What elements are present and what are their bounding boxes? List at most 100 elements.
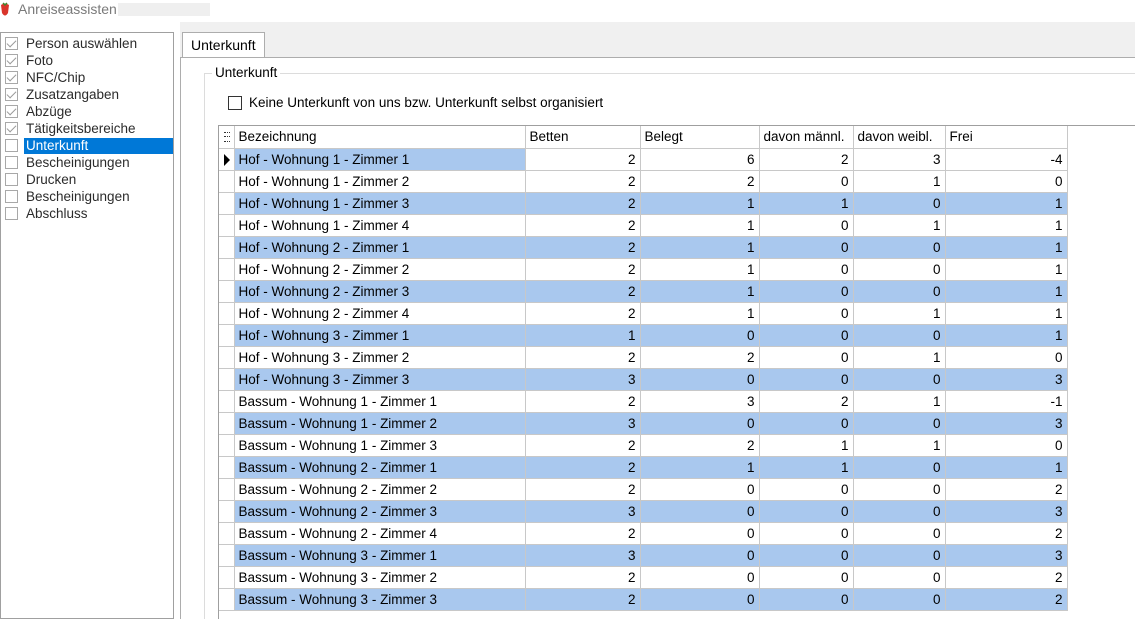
- sidebar-item[interactable]: Abzüge: [5, 103, 173, 120]
- table-cell[interactable]: 3: [525, 368, 641, 391]
- row-selector[interactable]: [219, 522, 235, 545]
- table-row[interactable]: Bassum - Wohnung 3 - Zimmer 130003: [219, 544, 1068, 567]
- table-cell[interactable]: 1: [525, 324, 641, 347]
- row-selector[interactable]: [219, 258, 235, 281]
- table-row[interactable]: Hof - Wohnung 3 - Zimmer 330003: [219, 368, 1068, 391]
- table-cell[interactable]: -1: [945, 390, 1068, 413]
- table-cell[interactable]: Hof - Wohnung 2 - Zimmer 2: [234, 258, 526, 281]
- table-cell[interactable]: 3: [525, 544, 641, 567]
- table-cell[interactable]: 1: [945, 280, 1068, 303]
- row-selector[interactable]: [219, 434, 235, 457]
- table-cell[interactable]: 2: [640, 346, 760, 369]
- sidebar-item[interactable]: Bescheinigungen: [5, 188, 173, 205]
- table-cell[interactable]: 1: [640, 456, 760, 479]
- table-cell[interactable]: 0: [759, 412, 854, 435]
- column-header[interactable]: davon männl.: [759, 126, 854, 149]
- table-cell[interactable]: 0: [853, 522, 946, 545]
- table-cell[interactable]: 0: [853, 566, 946, 589]
- sidebar-item[interactable]: Drucken: [5, 171, 173, 188]
- table-row[interactable]: Bassum - Wohnung 3 - Zimmer 220002: [219, 566, 1068, 589]
- table-cell[interactable]: 0: [759, 258, 854, 281]
- table-cell[interactable]: 0: [640, 588, 760, 611]
- table-cell[interactable]: 0: [853, 588, 946, 611]
- table-cell[interactable]: 0: [853, 368, 946, 391]
- table-cell[interactable]: 2: [525, 280, 641, 303]
- table-cell[interactable]: 0: [853, 324, 946, 347]
- table-cell[interactable]: 0: [640, 500, 760, 523]
- table-cell[interactable]: 2: [525, 258, 641, 281]
- row-selector[interactable]: [219, 478, 235, 501]
- table-cell[interactable]: 2: [525, 148, 641, 171]
- table-cell[interactable]: 0: [853, 500, 946, 523]
- table-cell[interactable]: 1: [759, 456, 854, 479]
- table-cell[interactable]: Bassum - Wohnung 3 - Zimmer 2: [234, 566, 526, 589]
- column-header[interactable]: Bezeichnung: [234, 126, 526, 149]
- table-cell[interactable]: 0: [853, 280, 946, 303]
- table-row[interactable]: Hof - Wohnung 1 - Zimmer 421011: [219, 214, 1068, 237]
- table-row[interactable]: Hof - Wohnung 1 - Zimmer 321101: [219, 192, 1068, 215]
- table-cell[interactable]: 1: [945, 456, 1068, 479]
- table-cell[interactable]: Bassum - Wohnung 1 - Zimmer 3: [234, 434, 526, 457]
- table-cell[interactable]: 0: [640, 522, 760, 545]
- table-cell[interactable]: 2: [945, 588, 1068, 611]
- row-selector[interactable]: [219, 324, 235, 347]
- table-row[interactable]: Hof - Wohnung 3 - Zimmer 110001: [219, 324, 1068, 347]
- table-cell[interactable]: Hof - Wohnung 2 - Zimmer 4: [234, 302, 526, 325]
- table-cell[interactable]: 1: [640, 258, 760, 281]
- table-cell[interactable]: 2: [525, 346, 641, 369]
- sidebar-item[interactable]: Bescheinigungen: [5, 154, 173, 171]
- sidebar-item[interactable]: Tätigkeitsbereiche: [5, 120, 173, 137]
- row-selector[interactable]: [219, 412, 235, 435]
- table-cell[interactable]: 6: [640, 148, 760, 171]
- sidebar-item[interactable]: Unterkunft: [5, 137, 173, 154]
- row-selector[interactable]: [219, 148, 235, 171]
- row-selector[interactable]: [219, 390, 235, 413]
- table-cell[interactable]: Bassum - Wohnung 2 - Zimmer 4: [234, 522, 526, 545]
- no-accommodation-option[interactable]: Keine Unterkunft von uns bzw. Unterkunft…: [228, 95, 603, 110]
- table-cell[interactable]: Bassum - Wohnung 2 - Zimmer 3: [234, 500, 526, 523]
- table-cell[interactable]: 3: [525, 412, 641, 435]
- sidebar-item[interactable]: NFC/Chip: [5, 69, 173, 86]
- table-cell[interactable]: Bassum - Wohnung 3 - Zimmer 3: [234, 588, 526, 611]
- table-row[interactable]: Hof - Wohnung 2 - Zimmer 321001: [219, 280, 1068, 303]
- table-cell[interactable]: 0: [759, 280, 854, 303]
- table-cell[interactable]: 1: [945, 192, 1068, 215]
- row-selector-header[interactable]: [219, 126, 235, 149]
- table-cell[interactable]: 1: [853, 346, 946, 369]
- table-cell[interactable]: 1: [853, 390, 946, 413]
- table-row[interactable]: Bassum - Wohnung 3 - Zimmer 320002: [219, 588, 1068, 611]
- row-selector[interactable]: [219, 302, 235, 325]
- table-cell[interactable]: 2: [525, 456, 641, 479]
- row-selector[interactable]: [219, 280, 235, 303]
- table-cell[interactable]: 0: [853, 478, 946, 501]
- table-cell[interactable]: 0: [640, 324, 760, 347]
- table-cell[interactable]: Bassum - Wohnung 2 - Zimmer 1: [234, 456, 526, 479]
- table-cell[interactable]: 0: [853, 544, 946, 567]
- sidebar-item[interactable]: Person auswählen: [5, 35, 173, 52]
- accommodation-grid[interactable]: Bezeichnung Betten Belegt davon männl. davon…: [218, 125, 1135, 619]
- row-selector[interactable]: [219, 566, 235, 589]
- table-cell[interactable]: 0: [853, 192, 946, 215]
- table-cell[interactable]: 3: [525, 500, 641, 523]
- table-cell[interactable]: 0: [759, 236, 854, 259]
- table-cell[interactable]: 1: [853, 434, 946, 457]
- table-cell[interactable]: 0: [640, 368, 760, 391]
- table-cell[interactable]: 1: [640, 280, 760, 303]
- table-cell[interactable]: 1: [640, 236, 760, 259]
- table-cell[interactable]: Hof - Wohnung 1 - Zimmer 3: [234, 192, 526, 215]
- table-cell[interactable]: 1: [853, 170, 946, 193]
- table-cell[interactable]: 1: [945, 214, 1068, 237]
- table-row[interactable]: Hof - Wohnung 3 - Zimmer 222010: [219, 346, 1068, 369]
- table-cell[interactable]: 0: [759, 544, 854, 567]
- table-cell[interactable]: 1: [945, 302, 1068, 325]
- table-row[interactable]: Bassum - Wohnung 2 - Zimmer 220002: [219, 478, 1068, 501]
- table-row[interactable]: Bassum - Wohnung 1 - Zimmer 322110: [219, 434, 1068, 457]
- table-cell[interactable]: Bassum - Wohnung 1 - Zimmer 2: [234, 412, 526, 435]
- table-row[interactable]: Hof - Wohnung 2 - Zimmer 221001: [219, 258, 1068, 281]
- row-selector[interactable]: [219, 456, 235, 479]
- table-cell[interactable]: 1: [759, 434, 854, 457]
- table-cell[interactable]: Hof - Wohnung 1 - Zimmer 4: [234, 214, 526, 237]
- table-cell[interactable]: 2: [945, 566, 1068, 589]
- table-cell[interactable]: 3: [945, 500, 1068, 523]
- table-cell[interactable]: Bassum - Wohnung 3 - Zimmer 1: [234, 544, 526, 567]
